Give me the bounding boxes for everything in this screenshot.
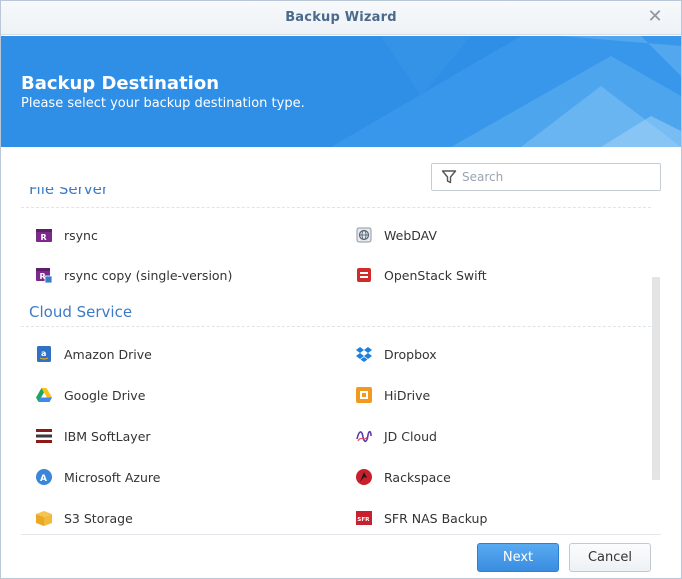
option-sfr-nas-backup[interactable]: SFR SFR NAS Backup xyxy=(341,505,487,531)
backup-wizard-window: Backup Wizard ✕ Backup Destination Pleas… xyxy=(0,0,682,579)
rackspace-icon xyxy=(356,469,372,485)
option-label: SFR NAS Backup xyxy=(384,510,488,526)
option-amazon-drive[interactable]: a Amazon Drive xyxy=(21,341,152,367)
close-icon[interactable]: ✕ xyxy=(645,7,665,27)
header-banner: Backup Destination Please select your ba… xyxy=(1,36,681,147)
option-label: Microsoft Azure xyxy=(64,469,161,485)
list-scrollbar[interactable] xyxy=(652,277,660,480)
cancel-button[interactable]: Cancel xyxy=(569,543,651,572)
hidrive-icon xyxy=(356,387,372,403)
section-heading-file-server: File Server xyxy=(29,187,109,198)
webdav-icon xyxy=(356,227,372,243)
option-microsoft-azure[interactable]: A Microsoft Azure xyxy=(21,464,160,490)
option-dropbox[interactable]: Dropbox xyxy=(341,341,437,367)
jd-cloud-icon xyxy=(356,430,372,443)
section-divider xyxy=(21,326,651,327)
ibm-softlayer-icon xyxy=(36,429,52,443)
option-label: JD Cloud xyxy=(384,428,437,444)
option-label: Dropbox xyxy=(384,346,437,362)
svg-text:R: R xyxy=(41,233,47,242)
rsync-icon: R xyxy=(36,229,52,242)
search-input[interactable] xyxy=(462,168,652,186)
option-webdav[interactable]: WebDAV xyxy=(341,222,437,248)
option-label: Amazon Drive xyxy=(64,346,152,362)
sfr-icon: SFR xyxy=(356,511,372,525)
next-button[interactable]: Next xyxy=(477,543,559,572)
option-label: HiDrive xyxy=(384,387,431,403)
google-drive-icon xyxy=(36,388,52,402)
banner-heading: Backup Destination xyxy=(21,73,220,94)
window-title: Backup Wizard xyxy=(285,10,397,25)
option-label: WebDAV xyxy=(384,227,437,243)
dropbox-icon xyxy=(356,347,372,362)
s3-storage-icon xyxy=(36,511,52,526)
openstack-icon xyxy=(357,268,371,282)
option-label: Google Drive xyxy=(64,387,146,403)
svg-text:A: A xyxy=(40,474,47,484)
azure-icon: A xyxy=(36,469,52,485)
filter-icon xyxy=(441,170,457,184)
option-s3-storage[interactable]: S3 Storage xyxy=(21,505,133,531)
banner-subtitle: Please select your backup destination ty… xyxy=(21,96,305,111)
option-openstack-swift[interactable]: OpenStack Swift xyxy=(341,262,487,288)
title-bar: Backup Wizard ✕ xyxy=(1,1,681,35)
option-label: rsync copy (single-version) xyxy=(64,267,233,283)
option-label: Rackspace xyxy=(384,469,451,485)
option-label: S3 Storage xyxy=(64,510,133,526)
destination-list: File Server R rsync WebDAV R rsync copy … xyxy=(21,187,651,532)
option-rsync-copy[interactable]: R rsync copy (single-version) xyxy=(21,262,232,288)
svg-text:a: a xyxy=(41,349,46,358)
section-divider xyxy=(21,207,651,208)
amazon-drive-icon: a xyxy=(37,346,51,362)
option-jd-cloud[interactable]: JD Cloud xyxy=(341,423,437,449)
rsync-copy-icon: R xyxy=(36,268,53,284)
option-hidrive[interactable]: HiDrive xyxy=(341,382,430,408)
footer-divider xyxy=(21,534,661,535)
option-label: rsync xyxy=(64,227,98,243)
option-rackspace[interactable]: Rackspace xyxy=(341,464,451,490)
option-label: IBM SoftLayer xyxy=(64,428,151,444)
section-heading-cloud-service: Cloud Service xyxy=(29,303,133,321)
option-ibm-softlayer[interactable]: IBM SoftLayer xyxy=(21,423,151,449)
option-google-drive[interactable]: Google Drive xyxy=(21,382,145,408)
option-rsync[interactable]: R rsync xyxy=(21,222,98,248)
svg-text:SFR: SFR xyxy=(357,517,370,523)
option-label: OpenStack Swift xyxy=(384,267,487,283)
